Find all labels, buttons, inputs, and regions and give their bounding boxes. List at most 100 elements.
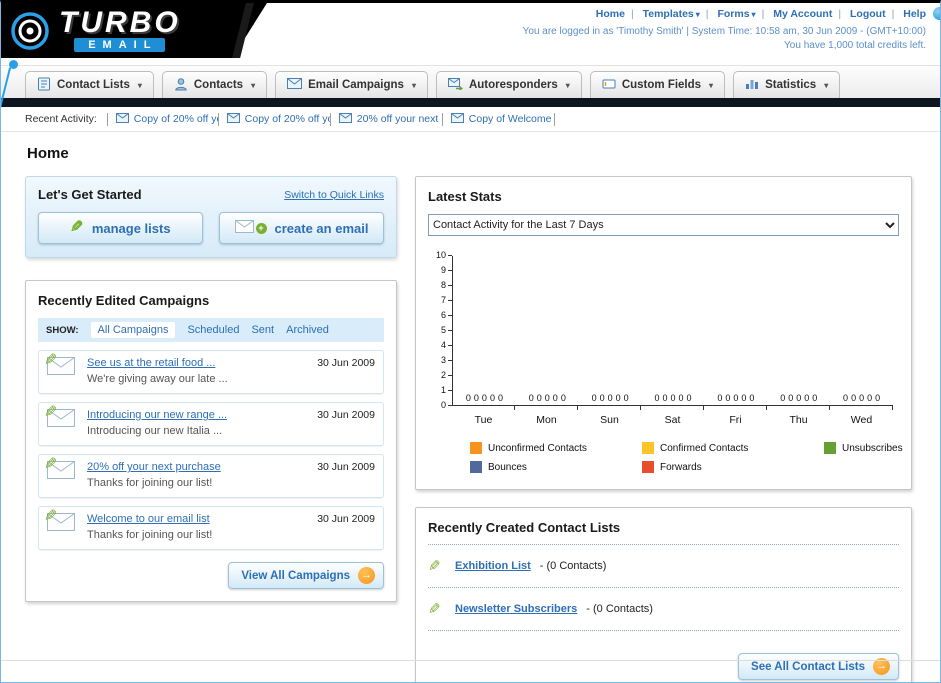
top-link-help[interactable]: Help [903,8,926,20]
bar-chart-icon [745,77,759,93]
contact-list-name-link[interactable]: Newsletter Subscribers [455,603,577,615]
left-column: Let's Get Started Switch to Quick Links … [25,176,397,602]
campaign-title-link[interactable]: Welcome to our email list [87,513,301,525]
recent-activity-item[interactable]: Copy of Welcome to [443,112,555,126]
stats-period-select[interactable]: Contact Activity for the Last 7 Days [428,214,899,236]
tab-contact-lists[interactable]: Contact Lists [25,71,154,98]
chart-value-label: 0 [749,393,755,403]
tab-custom-fields[interactable]: Custom Fields [589,71,726,98]
recent-activity-label: Recent Activity: [25,113,97,125]
recent-activity-item[interactable]: Copy of 20% off yo [106,112,219,126]
chevron-down-icon [136,79,142,91]
dotted-divider [428,630,899,631]
right-column: Latest Stats Contact Activity for the La… [415,176,912,682]
campaign-date: 30 Jun 2009 [317,513,375,525]
chart-y-tick-label: 4 [440,340,453,350]
chart-value-label: 0 [725,393,731,403]
see-all-contact-lists-button[interactable]: See All Contact Lists [738,653,899,680]
filter-scheduled[interactable]: Scheduled [187,324,239,336]
chart-value-label: 0 [497,393,503,403]
get-started-panel: Let's Get Started Switch to Quick Links … [25,176,397,258]
chart-value-label: 0 [804,393,810,403]
legend-item: Bounces [470,461,642,473]
legend-swatch [642,442,654,454]
chart-value-label: 0 [788,393,794,403]
chart-y-tick-label: 10 [435,250,453,260]
chevron-down-icon [249,79,255,91]
recent-activity-bar: Recent Activity: Copy of 20% off yo Copy… [1,107,940,132]
chart-value-label: 0 [717,393,723,403]
top-link-logout[interactable]: Logout [850,8,900,20]
campaign-subtitle: Thanks for joining our list! [87,529,213,541]
pencil-icon [44,506,57,526]
dotted-divider [428,544,899,545]
campaign-title-link[interactable]: 20% off your next purchase [87,461,301,473]
create-email-button[interactable]: create an email [219,212,384,244]
header-right: Home Templates Forms My Account Logout H… [523,8,926,51]
campaigns-filter-bar: SHOW: All Campaigns Scheduled Sent Archi… [38,318,384,342]
chart-bar-group: 00000 [453,393,516,403]
filter-sent[interactable]: Sent [251,324,274,336]
top-link-templates[interactable]: Templates [643,8,715,20]
chevron-down-icon [564,79,570,91]
switch-quick-links-link[interactable]: Switch to Quick Links [284,189,384,201]
campaign-date: 30 Jun 2009 [317,357,375,369]
tab-email-campaigns[interactable]: Email Campaigns [275,71,428,98]
chart-value-label: 0 [599,393,605,403]
contact-activity-chart: 10 9 8 7 6 5 4 3 2 1 0 000000000000000000000000000… [430,251,893,426]
pencil-icon [70,220,83,236]
top-link-forms[interactable]: Forms [717,8,770,20]
campaign-row: See us at the retail food ... We're givi… [38,350,384,394]
chart-x-tick [452,406,515,410]
envelope-icon [226,112,240,126]
chart-value-label: 0 [741,393,747,403]
contact-list-name-link[interactable]: Exhibition List [455,560,531,572]
campaign-row: Welcome to our email list Thanks for joi… [38,506,384,550]
recently-created-contact-lists-panel: Recently Created Contact Lists Exhibitio… [415,507,912,682]
chart-bar-group: 00000 [830,393,893,403]
chevron-down-icon [822,79,828,91]
chart-y-tick-label: 1 [440,385,453,395]
logo-swirl-icon [9,10,51,52]
chart-y-tick-label: 2 [440,370,453,380]
top-link-my-account[interactable]: My Account [773,8,847,20]
legend-item: Confirmed Contacts [642,442,824,454]
chart-legend: Unconfirmed Contacts Confirmed Contacts Un… [470,442,903,473]
filter-archived[interactable]: Archived [286,324,329,336]
legend-swatch [642,461,654,473]
legend-label: Unsubscribes [842,442,903,454]
chart-y-tick-label: 0 [440,400,453,410]
chevron-down-icon [694,8,700,20]
recent-activity-item[interactable]: Copy of 20% off yo [219,112,331,126]
chart-value-label: 0 [552,393,558,403]
custom-field-icon [602,77,616,94]
campaign-title-link[interactable]: Introducing our new range ... [87,409,301,421]
stats-panel-title: Latest Stats [428,189,502,204]
legend-label: Unconfirmed Contacts [488,442,587,454]
top-link-home[interactable]: Home [596,8,640,20]
legend-item: Unsubscribes [824,442,940,454]
filter-all-campaigns[interactable]: All Campaigns [90,322,176,338]
chart-value-label: 0 [875,393,881,403]
chart-bar-group: 00000 [516,393,579,403]
get-started-title: Let's Get Started [38,187,142,202]
chart-value-label: 0 [812,393,818,403]
contact-lists-icon [37,77,51,94]
tab-autoresponders[interactable]: Autoresponders [435,71,582,98]
campaigns-panel-title: Recently Edited Campaigns [38,293,210,308]
chart-x-label: Mon [536,414,557,426]
show-label: SHOW: [46,324,79,336]
tab-statistics[interactable]: Statistics [733,71,841,98]
chart-bar-group: 00000 [704,393,767,403]
recent-activity-item[interactable]: 20% off your next [331,112,443,126]
view-all-campaigns-button[interactable]: View All Campaigns [228,562,384,589]
campaign-title-link[interactable]: See us at the retail food ... [87,357,301,369]
chart-y-axis: 10 9 8 7 6 5 4 3 2 1 0 [430,251,453,410]
chart-value-label: 0 [654,393,660,403]
contact-list-count: - (0 Contacts) [539,560,607,572]
chart-y-tick-label: 5 [440,325,453,335]
tab-contacts[interactable]: Contacts [161,71,268,98]
envelope-icon [338,112,352,126]
chart-value-label: 0 [670,393,676,403]
manage-lists-button[interactable]: manage lists [38,212,203,244]
